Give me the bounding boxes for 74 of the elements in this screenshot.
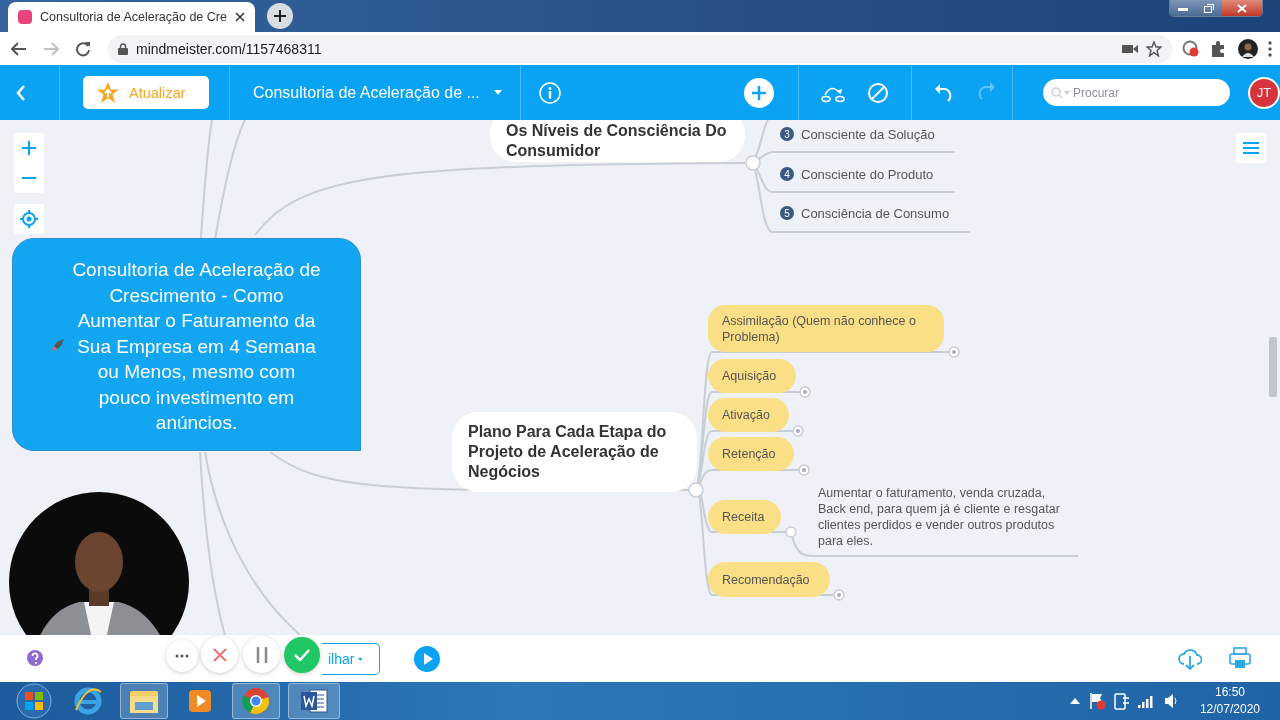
more-icon[interactable] bbox=[1268, 40, 1272, 57]
caret-icon bbox=[358, 656, 363, 662]
subtopic-node[interactable]: Ativação bbox=[708, 398, 789, 432]
collapse-handle[interactable] bbox=[833, 589, 845, 601]
print-icon[interactable] bbox=[1229, 647, 1251, 669]
speaker-icon[interactable] bbox=[1163, 693, 1178, 709]
target-icon[interactable] bbox=[20, 210, 38, 228]
folder-icon[interactable] bbox=[120, 683, 168, 719]
menu-icon[interactable] bbox=[1243, 141, 1259, 155]
subtopic-node[interactable]: Recomendação bbox=[708, 562, 830, 597]
help-icon[interactable] bbox=[26, 649, 44, 667]
browser-icon[interactable] bbox=[232, 683, 280, 719]
favicon-icon bbox=[18, 10, 32, 24]
close-button[interactable] bbox=[1222, 0, 1262, 16]
number-badge: 3 bbox=[780, 127, 794, 141]
collapse-handle[interactable] bbox=[792, 425, 804, 437]
undo-icon[interactable] bbox=[934, 83, 954, 102]
start-button[interactable] bbox=[14, 683, 54, 719]
more-button[interactable] bbox=[166, 640, 198, 672]
star-icon bbox=[97, 82, 119, 103]
maximize-button[interactable] bbox=[1196, 0, 1222, 16]
note-text[interactable]: Aumentar o faturamento, venda cruzada, Back end, para quem já é cliente e resgatar clientes perdidos e vender outros produtos para eles. bbox=[818, 485, 1070, 549]
caret-up-icon[interactable] bbox=[1069, 698, 1080, 704]
number-badge: 4 bbox=[780, 167, 794, 181]
minus-icon[interactable] bbox=[22, 176, 36, 180]
search-field[interactable]: Procurar bbox=[1043, 79, 1230, 106]
check-icon bbox=[294, 649, 310, 661]
collapse-handle[interactable] bbox=[948, 346, 960, 358]
caret-icon bbox=[493, 90, 502, 95]
topic-node[interactable]: Consciente do Produto bbox=[801, 166, 934, 182]
cancel-button[interactable] bbox=[201, 636, 238, 673]
subtopic-node[interactable]: Receita bbox=[708, 500, 781, 534]
clock[interactable]: 16:50 12/07/2020 bbox=[1199, 684, 1260, 718]
topic-node[interactable]: Os Níveis de Consciência Do Consumidor bbox=[490, 120, 745, 162]
confirm-button[interactable] bbox=[284, 637, 320, 673]
pause-icon bbox=[255, 646, 268, 663]
minimize-icon[interactable] bbox=[1178, 5, 1188, 11]
minimize-button[interactable] bbox=[1170, 0, 1196, 16]
lock-icon bbox=[118, 42, 128, 55]
star-icon[interactable] bbox=[1146, 40, 1162, 57]
camera-icon[interactable] bbox=[1122, 43, 1138, 54]
address-bar[interactable]: mindmeister.com/1157468311 bbox=[108, 34, 1172, 63]
number-badge: 5 bbox=[780, 206, 794, 220]
info-icon[interactable] bbox=[538, 81, 561, 104]
topic-node[interactable]: Plano Para Cada Etapa do Projeto de Aceleração de Negócios bbox=[452, 412, 697, 492]
power-icon[interactable] bbox=[1113, 692, 1130, 710]
topic-node[interactable]: Consciente da Solução bbox=[801, 126, 935, 142]
word-processor-icon[interactable] bbox=[288, 683, 340, 719]
extension-icon[interactable] bbox=[1182, 39, 1200, 58]
play-icon[interactable] bbox=[414, 646, 440, 672]
collapse-handle[interactable] bbox=[785, 526, 797, 538]
signal-icon[interactable] bbox=[1137, 694, 1156, 708]
subtopic-node[interactable]: Aquisição bbox=[708, 359, 796, 393]
flag-icon[interactable] bbox=[1087, 692, 1106, 710]
rocket-icon bbox=[51, 338, 65, 352]
subtopic-node[interactable]: Retenção bbox=[708, 437, 794, 471]
user-avatar[interactable]: JT bbox=[1248, 76, 1280, 109]
more-icon bbox=[175, 654, 189, 658]
ban-icon[interactable] bbox=[867, 81, 889, 104]
close-icon[interactable] bbox=[234, 12, 245, 22]
cloud-download-icon[interactable] bbox=[1178, 646, 1202, 670]
back-icon[interactable] bbox=[16, 84, 26, 101]
restore-icon[interactable] bbox=[1204, 3, 1214, 13]
plus-icon[interactable] bbox=[273, 10, 286, 22]
browser-tab[interactable]: Consultoria de Aceleração de Cre bbox=[8, 2, 255, 32]
search-icon bbox=[1051, 87, 1071, 99]
close-icon bbox=[212, 647, 227, 662]
topic-node[interactable]: Consciência de Consumo bbox=[801, 205, 950, 221]
new-tab-button[interactable] bbox=[266, 3, 293, 29]
collapse-handle[interactable] bbox=[799, 386, 811, 398]
subtopic-node[interactable]: Assimilação (Quem não conhece o Problema) bbox=[708, 305, 944, 352]
pause-button[interactable] bbox=[243, 636, 280, 673]
collapse-handle[interactable] bbox=[798, 464, 810, 476]
add-icon[interactable] bbox=[744, 77, 774, 108]
